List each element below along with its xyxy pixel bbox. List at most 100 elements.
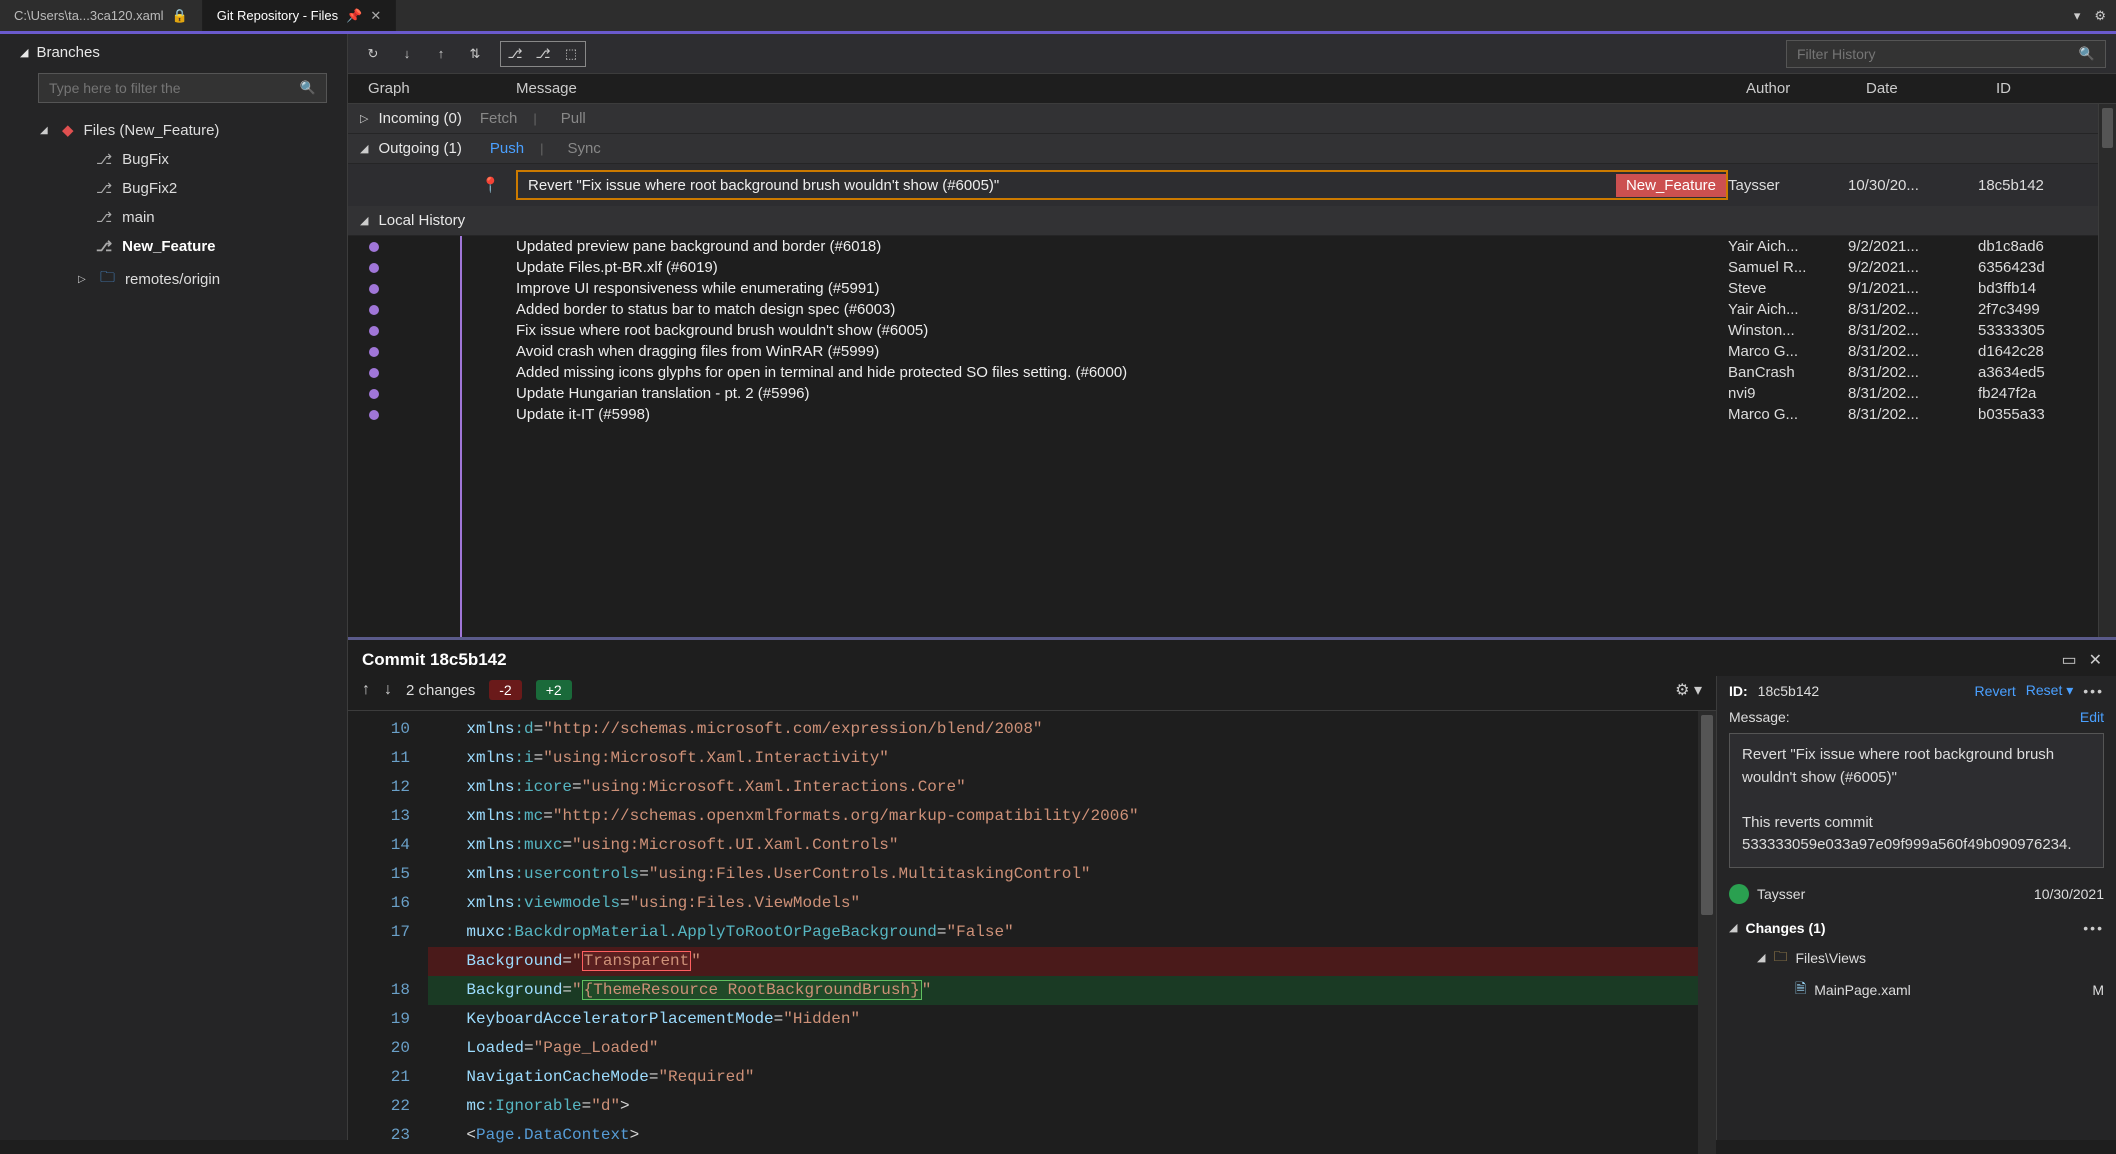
changes-count: 2 changes: [406, 682, 475, 699]
commit-dot: [369, 347, 379, 357]
commit-message: Avoid crash when dragging files from Win…: [516, 343, 1728, 360]
gear-icon[interactable]: ⚙ ▾: [1675, 680, 1702, 700]
changes-header[interactable]: ◢ Changes (1) •••: [1717, 910, 2116, 942]
outgoing-commit-row[interactable]: 📍 Revert "Fix issue where root backgroun…: [348, 164, 2098, 206]
gear-icon[interactable]: ⚙: [2094, 8, 2106, 24]
pull-link[interactable]: Pull: [561, 110, 586, 127]
file-tab[interactable]: C:\Users\ta...3ca120.xaml 🔒: [0, 0, 203, 31]
repo-toolbar: ↻ ↓ ↑ ⇅ ⎇ ⎇ ⬚ 🔍: [348, 34, 2116, 74]
sync-button[interactable]: ⇅: [460, 41, 490, 67]
lock-icon: 🔒: [172, 8, 188, 24]
history-row[interactable]: Update Hungarian translation - pt. 2 (#5…: [348, 383, 2098, 404]
code-content[interactable]: xmlns:d="http://schemas.microsoft.com/ex…: [428, 711, 1698, 1154]
close-icon[interactable]: ✕: [370, 8, 381, 24]
restore-icon[interactable]: ▭: [2061, 650, 2076, 670]
push-link[interactable]: Push: [490, 140, 524, 157]
col-message: Message: [516, 80, 1746, 97]
graph-button-1[interactable]: ⎇: [501, 42, 529, 66]
edit-link[interactable]: Edit: [2080, 709, 2104, 725]
col-date: Date: [1866, 80, 1996, 97]
more-icon[interactable]: •••: [2083, 920, 2104, 936]
sync-link[interactable]: Sync: [567, 140, 600, 157]
filter-history-input[interactable]: [1787, 42, 2069, 66]
prev-change-button[interactable]: ↑: [362, 681, 370, 699]
avatar: [1729, 884, 1749, 904]
history-row[interactable]: Update it-IT (#5998)Marco G...8/31/202..…: [348, 404, 2098, 425]
branch-item-new-feature[interactable]: ⎇ New_Feature: [0, 232, 347, 261]
chevron-down-icon: ◢: [360, 142, 368, 155]
branch-root[interactable]: ◢ ◆ Files (New_Feature): [0, 115, 347, 145]
commit-author: BanCrash: [1728, 364, 1848, 381]
commit-id: 6356423d: [1978, 259, 2098, 276]
history-row[interactable]: Avoid crash when dragging files from Win…: [348, 341, 2098, 362]
branches-filter[interactable]: 🔍: [38, 73, 327, 103]
pin-icon[interactable]: 📌: [346, 8, 362, 24]
history-row[interactable]: Added missing icons glyphs for open in t…: [348, 362, 2098, 383]
fetch-button[interactable]: ↓: [392, 41, 422, 67]
commit-message: Updated preview pane background and bord…: [516, 238, 1728, 255]
commit-dot: [369, 305, 379, 315]
next-change-button[interactable]: ↓: [384, 681, 392, 699]
commit-pin-icon: 📍: [481, 176, 500, 194]
commit-dot: [369, 284, 379, 294]
close-icon[interactable]: ✕: [2089, 650, 2102, 670]
commit-author: Marco G...: [1728, 343, 1848, 360]
commit-message: Added border to status bar to match desi…: [516, 301, 1728, 318]
col-id: ID: [1996, 80, 2116, 97]
repo-tab[interactable]: Git Repository - Files 📌 ✕: [203, 0, 396, 31]
branches-header[interactable]: ◢ Branches: [0, 34, 347, 69]
commit-message-box[interactable]: Revert "Fix issue where root background …: [1729, 733, 2104, 868]
branch-root-label: Files (New_Feature): [84, 122, 220, 139]
filter-history[interactable]: 🔍: [1786, 40, 2106, 68]
commit-date: 8/31/202...: [1848, 322, 1978, 339]
branch-icon: ⎇: [96, 151, 112, 168]
refresh-button[interactable]: ↻: [358, 41, 388, 67]
diff-scrollbar[interactable]: [1698, 711, 1716, 1154]
incoming-section[interactable]: ▷ Incoming (0) Fetch | Pull: [348, 104, 2098, 134]
fetch-link[interactable]: Fetch: [480, 110, 518, 127]
branch-item-main[interactable]: ⎇ main: [0, 203, 347, 232]
id-label: ID:: [1729, 683, 1748, 699]
commit-id: bd3ffb14: [1978, 280, 2098, 297]
revert-link[interactable]: Revert: [1975, 683, 2016, 699]
search-icon[interactable]: 🔍: [290, 80, 326, 96]
history-row[interactable]: Fix issue where root background brush wo…: [348, 320, 2098, 341]
history-row[interactable]: Added border to status bar to match desi…: [348, 299, 2098, 320]
branch-item-bugfix[interactable]: ⎇ BugFix: [0, 145, 347, 174]
outgoing-commit-author: Taysser: [1728, 177, 1848, 194]
history-row[interactable]: Updated preview pane background and bord…: [348, 236, 2098, 257]
commit-dot: [369, 389, 379, 399]
deletions-badge: -2: [489, 680, 521, 700]
dropdown-icon[interactable]: ▾: [2074, 8, 2081, 24]
history-scrollbar[interactable]: [2098, 104, 2116, 637]
commit-date: 8/31/202...: [1848, 301, 1978, 318]
outgoing-commit-date: 10/30/20...: [1848, 177, 1978, 194]
commit-author: Samuel R...: [1728, 259, 1848, 276]
outgoing-section[interactable]: ◢ Outgoing (1) Push | Sync: [348, 134, 2098, 164]
repo-tab-label: Git Repository - Files: [217, 8, 338, 23]
branch-item-bugfix2[interactable]: ⎇ BugFix2: [0, 174, 347, 203]
more-icon[interactable]: •••: [2083, 683, 2104, 699]
file-status: M: [2092, 982, 2104, 998]
history-row[interactable]: Update Files.pt-BR.xlf (#6019)Samuel R..…: [348, 257, 2098, 278]
tag-button[interactable]: ⬚: [557, 42, 585, 66]
commit-message: Update Hungarian translation - pt. 2 (#5…: [516, 385, 1728, 402]
push-button[interactable]: ↑: [426, 41, 456, 67]
search-icon[interactable]: 🔍: [2069, 46, 2105, 62]
changed-file[interactable]: 🗎 MainPage.xaml M: [1717, 974, 2116, 1006]
branch-icon: ⎇: [96, 209, 112, 226]
message-label: Message:: [1729, 709, 2080, 725]
commit-author: Taysser: [1757, 886, 1805, 902]
changes-folder[interactable]: ◢ 🗀 Files\Views: [1717, 942, 2116, 974]
graph-button-2[interactable]: ⎇: [529, 42, 557, 66]
branch-remotes[interactable]: ▷ 🗀 remotes/origin: [0, 261, 347, 298]
branches-title: Branches: [36, 44, 99, 61]
local-history-section[interactable]: ◢ Local History: [348, 206, 2098, 236]
branch-badge: New_Feature: [1616, 174, 1726, 197]
reset-link[interactable]: Reset ▾: [2026, 682, 2074, 699]
chevron-right-icon: ▷: [360, 112, 368, 125]
file-icon: 🗎: [1795, 978, 1806, 1002]
branches-filter-input[interactable]: [39, 74, 290, 102]
graph-line: [460, 236, 462, 637]
history-row[interactable]: Improve UI responsiveness while enumerat…: [348, 278, 2098, 299]
